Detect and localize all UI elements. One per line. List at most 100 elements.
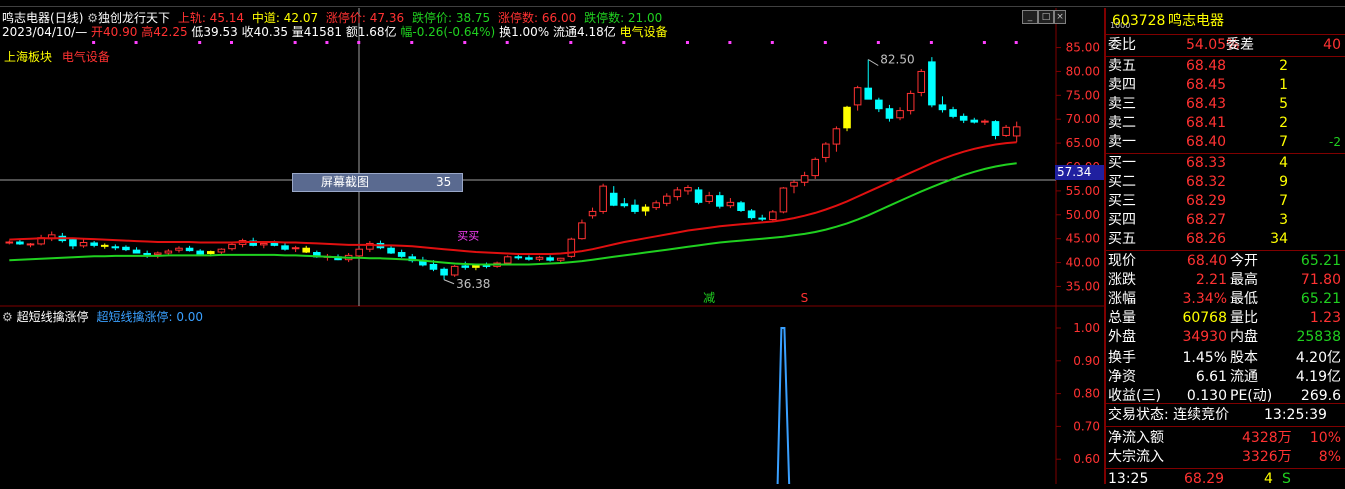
block-pct: 8% <box>1318 449 1341 465</box>
board-market[interactable]: 上海板块 <box>4 50 52 64</box>
candle-body <box>260 242 268 246</box>
bar-volume: 量41581 <box>291 25 342 39</box>
stat-row[interactable]: 外盘 34930 内盘 25838 <box>1106 328 1345 347</box>
candle-body <box>715 195 724 207</box>
buy-level-label: 买五 <box>1108 231 1136 247</box>
sell-level-row[interactable]: 卖二 68.41 2 <box>1106 114 1345 133</box>
stat-value: 6.61 <box>1195 369 1227 385</box>
stat-row[interactable]: 涨幅 3.34% 最低 65.21 <box>1106 290 1345 309</box>
candle-body <box>132 249 141 254</box>
sell-level-volume: 2 <box>1279 58 1288 74</box>
stat-row[interactable]: 总量 60768 量比 1.23 <box>1106 309 1345 328</box>
period-label[interactable]: (日线) <box>50 11 83 25</box>
stat-label: 最低 <box>1230 291 1258 307</box>
ma-green-line <box>9 162 1017 266</box>
stat-value: 1.45% <box>1182 350 1227 366</box>
candle-body <box>1002 126 1010 136</box>
stat-row[interactable]: 换手 1.45% 股本 4.20亿 <box>1106 349 1345 368</box>
candle-body <box>514 256 523 259</box>
buy-level-label: 买四 <box>1108 212 1136 228</box>
sell-level-volume: 7 <box>1279 134 1288 150</box>
price-tick-label: 50.00 <box>1066 208 1100 222</box>
indicator-name[interactable]: 超短线擒涨停 <box>17 310 89 324</box>
candle-body <box>153 252 162 255</box>
stat-label: 涨跌 <box>1108 272 1136 288</box>
formula-gear-icon[interactable]: ⚙ <box>87 11 98 25</box>
candle-body <box>206 251 215 254</box>
window-maximize-button[interactable]: □ <box>1038 10 1054 24</box>
buy-level-row[interactable]: 买二 68.32 9 <box>1106 173 1345 192</box>
buy-level-volume: 34 <box>1270 231 1288 247</box>
signal-dot <box>198 41 202 44</box>
candle-body <box>758 217 766 220</box>
candle-body <box>641 206 650 212</box>
candle-body <box>429 263 438 270</box>
candle-body <box>694 189 703 203</box>
sell-level-volume: 5 <box>1279 96 1288 112</box>
screenshot-box-value: 35 <box>436 175 452 189</box>
stat-value: 4.20亿 <box>1295 350 1341 366</box>
sell-level-row[interactable]: 卖五 68.48 2 <box>1106 57 1345 76</box>
candle-body <box>556 257 565 261</box>
bar-turnover: 换1.00% <box>499 25 550 39</box>
candle-body <box>122 246 130 251</box>
formula-name[interactable]: 独创龙行天下 <box>98 11 170 25</box>
sell-level-row[interactable]: 卖一 68.40 7 -2 <box>1106 133 1345 152</box>
signal-dot <box>1014 41 1018 44</box>
sell-level-volume: 2 <box>1279 115 1288 131</box>
buy-level-row[interactable]: 买三 68.29 7 <box>1106 192 1345 211</box>
kline-chart[interactable]: 82.50 36.38 买买减 S 85.00 80.00 75.00 70.00 65.00… <box>0 0 1106 484</box>
crosshair-price-tag: 57.34 <box>1055 165 1106 180</box>
window-minimize-button[interactable]: _ <box>1022 10 1038 24</box>
buy-level-row[interactable]: 买四 68.27 3 <box>1106 211 1345 230</box>
sell-level-row[interactable]: 卖四 68.45 1 <box>1106 76 1345 95</box>
candle-body <box>69 239 77 247</box>
indicator-gear-icon[interactable]: ⚙ <box>2 310 13 324</box>
candle-body <box>928 61 936 106</box>
stat-row[interactable]: 净资 6.61 流通 4.19亿 <box>1106 368 1345 387</box>
indicator-series-label: 超短线擒涨停: <box>96 310 173 324</box>
signal-dot <box>823 41 827 44</box>
weicha-value: 40 <box>1323 37 1341 53</box>
candle-body <box>111 246 120 249</box>
stat-row[interactable]: 收益(三) 0.130 PE(动) 269.6 <box>1106 387 1345 406</box>
stat-value: 34930 <box>1182 329 1227 345</box>
limit-up-price: 涨停价: 47.36 <box>325 11 405 25</box>
buy-level-row[interactable]: 买五 68.26 34 <box>1106 230 1345 249</box>
weicha-label: 委差 <box>1226 37 1254 53</box>
price-tick-label: 55.00 <box>1066 184 1100 198</box>
sell-level-label: 卖三 <box>1108 96 1136 112</box>
tick-side: S <box>1282 471 1291 487</box>
bar-date: 2023/04/10/— <box>2 25 88 39</box>
signal-dot <box>410 41 414 44</box>
window-close-button[interactable]: × <box>1054 10 1066 24</box>
candle-body <box>302 247 311 253</box>
stat-row[interactable]: 现价 68.40 今开 65.21 <box>1106 252 1345 271</box>
candle-body <box>503 256 512 264</box>
screenshot-box[interactable]: 屏幕截图 35 <box>292 173 463 192</box>
candle-body <box>1012 126 1021 137</box>
buy-level-row[interactable]: 买一 68.33 4 <box>1106 154 1345 173</box>
panel-divider[interactable] <box>1104 8 1106 484</box>
candle-body <box>737 202 745 211</box>
sell-level-label: 卖二 <box>1108 115 1136 131</box>
stat-row[interactable]: 涨跌 2.21 最高 71.80 <box>1106 271 1345 290</box>
sell-level-row[interactable]: 卖三 68.43 5 <box>1106 95 1345 114</box>
buy-level-price: 68.26 <box>1186 231 1227 247</box>
candle-body <box>949 109 957 117</box>
sell-level-label: 卖四 <box>1108 77 1136 93</box>
netflow-label: 净流入额 <box>1108 430 1164 446</box>
indicator-line <box>776 327 791 484</box>
buy-level-volume: 3 <box>1279 212 1288 228</box>
candle-body <box>525 257 533 260</box>
signal-dot <box>728 41 732 44</box>
stat-label: 内盘 <box>1230 329 1258 345</box>
candle-body <box>885 108 894 119</box>
board-industry[interactable]: 电气设备 <box>62 50 110 64</box>
sell-level-price: 68.43 <box>1186 96 1227 112</box>
buy-level-price: 68.33 <box>1186 155 1227 171</box>
candle-body <box>620 203 629 207</box>
price-tick-label: 40.00 <box>1066 256 1100 270</box>
stat-value: 60768 <box>1182 310 1227 326</box>
signal-dot <box>134 41 138 44</box>
